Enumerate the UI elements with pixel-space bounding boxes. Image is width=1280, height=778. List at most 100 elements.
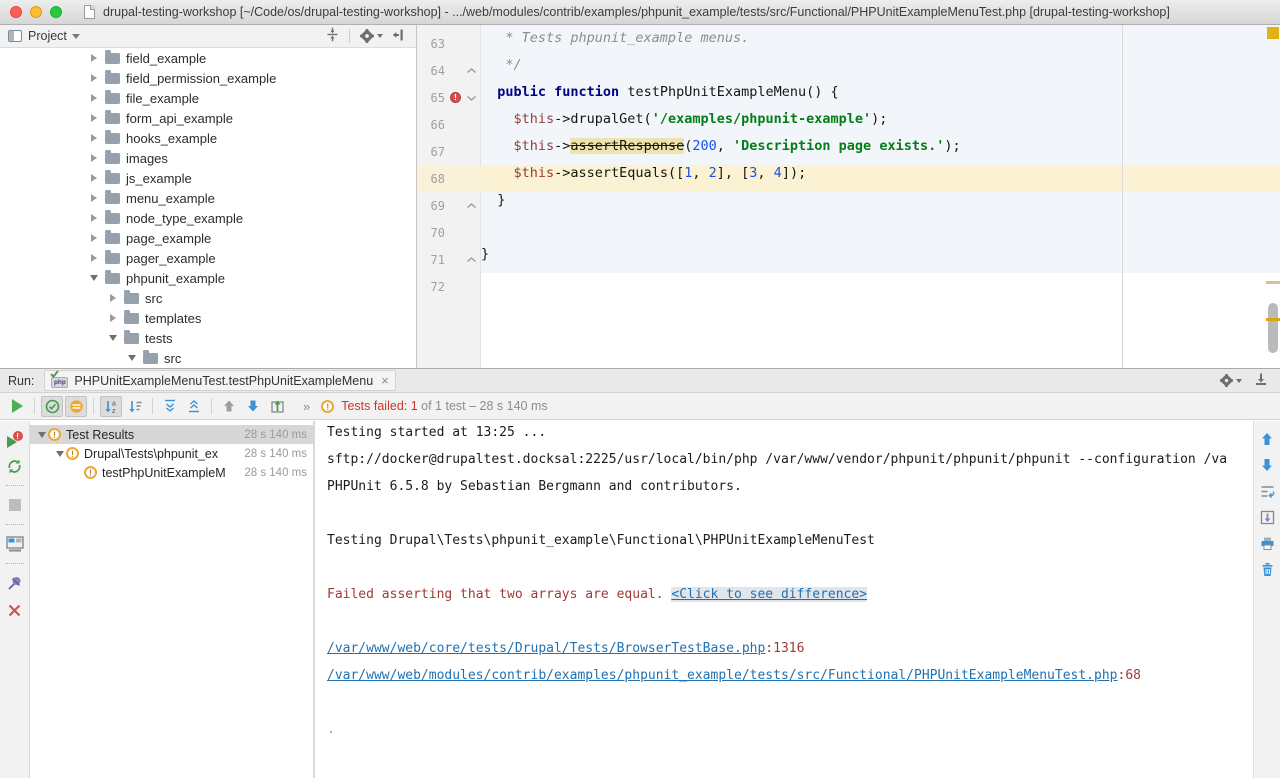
test-tree-item[interactable]: !testPhpUnitExampleM28 s 140 ms	[30, 463, 313, 482]
pin-icon[interactable]	[5, 573, 25, 593]
chevron-right-icon[interactable]	[88, 134, 100, 142]
chevron-right-icon[interactable]	[88, 214, 100, 222]
restore-layout-button[interactable]	[5, 534, 25, 554]
chevron-down-icon[interactable]	[126, 355, 138, 361]
project-tree-item[interactable]: field_example	[0, 48, 416, 68]
scrollbar-warning-mark[interactable]	[1266, 281, 1280, 284]
rerun-failed-tests-button[interactable]: !	[5, 429, 25, 449]
close-icon[interactable]: ×	[381, 373, 389, 388]
project-tree-item[interactable]: page_example	[0, 228, 416, 248]
print-icon[interactable]	[1257, 533, 1277, 553]
project-tree-item[interactable]: tests	[0, 328, 416, 348]
hide-panel-icon[interactable]	[392, 28, 406, 45]
up-stacktrace-icon[interactable]	[1257, 429, 1277, 449]
show-passed-toggle[interactable]	[41, 396, 63, 417]
window-close-button[interactable]	[10, 6, 22, 18]
project-tree-item[interactable]: node_type_example	[0, 208, 416, 228]
soft-wrap-icon[interactable]	[1257, 481, 1277, 501]
console-link[interactable]: <Click to see difference>	[671, 587, 867, 602]
inspection-status-indicator[interactable]	[1267, 27, 1279, 39]
chevron-right-icon[interactable]	[88, 154, 100, 162]
code-line: $this->assertResponse(200, 'Description …	[481, 138, 1280, 165]
more-actions-icon[interactable]: »	[303, 399, 311, 414]
project-tree-item[interactable]: hooks_example	[0, 128, 416, 148]
tree-item-label: src	[164, 351, 181, 366]
stop-button[interactable]	[5, 495, 25, 515]
chevron-right-icon[interactable]	[107, 314, 119, 322]
project-panel-title[interactable]: Project	[28, 29, 67, 43]
clear-console-icon[interactable]	[1257, 559, 1277, 579]
window-minimize-button[interactable]	[30, 6, 42, 18]
sort-alphabetically-toggle[interactable]: a z	[100, 396, 122, 417]
chevron-right-icon[interactable]	[88, 234, 100, 242]
close-icon[interactable]	[5, 600, 25, 620]
chevron-right-icon[interactable]	[88, 194, 100, 202]
test-console[interactable]: Testing started at 13:25 ...sftp://docke…	[315, 421, 1280, 778]
code-line	[481, 273, 1280, 300]
run-configuration-tab[interactable]: php PHPUnitExampleMenuTest.testPhpUnitEx…	[44, 370, 395, 391]
fold-marker-icon[interactable]	[464, 67, 478, 75]
fold-marker-icon[interactable]	[464, 94, 478, 102]
project-tree-item[interactable]: src	[0, 348, 416, 368]
tests-failed-text: Tests failed: 1	[341, 399, 417, 413]
chevron-down-icon[interactable]	[107, 335, 119, 341]
down-stacktrace-icon[interactable]	[1257, 455, 1277, 475]
console-line: /var/www/web/core/tests/Drupal/Tests/Bro…	[327, 641, 1253, 668]
project-tree-item[interactable]: menu_example	[0, 188, 416, 208]
project-tree-item[interactable]: field_permission_example	[0, 68, 416, 88]
chevron-right-icon[interactable]	[88, 94, 100, 102]
sort-by-duration-button[interactable]	[124, 396, 146, 417]
chevron-right-icon[interactable]	[88, 254, 100, 262]
chevron-down-icon[interactable]	[54, 451, 66, 457]
chevron-down-icon[interactable]	[72, 34, 80, 39]
scroll-to-end-icon[interactable]	[1257, 507, 1277, 527]
chevron-right-icon[interactable]	[88, 54, 100, 62]
code-lines[interactable]: * Tests phpunit_example menus. */ public…	[481, 30, 1280, 300]
window-zoom-button[interactable]	[50, 6, 62, 18]
scroll-from-source-icon[interactable]	[325, 27, 340, 45]
tree-item-label: form_api_example	[126, 111, 233, 126]
gear-icon[interactable]	[1219, 373, 1242, 388]
project-tree-item[interactable]: form_api_example	[0, 108, 416, 128]
project-tree-item[interactable]: js_example	[0, 168, 416, 188]
previous-failed-test-button[interactable]	[218, 396, 240, 417]
scrollbar-highlight-mark[interactable]	[1266, 318, 1280, 321]
tree-item-label: phpunit_example	[126, 271, 225, 286]
next-failed-test-button[interactable]	[242, 396, 264, 417]
rerun-button[interactable]	[5, 456, 25, 476]
collapse-all-button[interactable]	[183, 396, 205, 417]
console-link[interactable]: /var/www/web/core/tests/Drupal/Tests/Bro…	[327, 641, 765, 656]
rerun-button[interactable]	[6, 396, 28, 417]
chevron-right-icon[interactable]	[88, 174, 100, 182]
fold-marker-icon[interactable]	[464, 202, 478, 210]
test-tree-item[interactable]: !Test Results28 s 140 ms	[30, 425, 313, 444]
chevron-right-icon[interactable]	[107, 294, 119, 302]
tree-item-label: templates	[145, 311, 201, 326]
code-editor[interactable]: 636465!66676869707172 * Tests phpunit_ex…	[417, 25, 1280, 368]
console-line: Testing Drupal\Tests\phpunit_example\Fun…	[327, 533, 1253, 560]
import-test-results-button[interactable]	[266, 396, 288, 417]
project-tree-item[interactable]: pager_example	[0, 248, 416, 268]
test-tree-item[interactable]: !Drupal\Tests\phpunit_ex28 s 140 ms	[30, 444, 313, 463]
run-tab-bar: Run: php PHPUnitExampleMenuTest.testPhpU…	[0, 369, 1280, 393]
chevron-down-icon[interactable]	[36, 432, 48, 438]
project-tree-item[interactable]: phpunit_example	[0, 268, 416, 288]
expand-all-button[interactable]	[159, 396, 181, 417]
chevron-down-icon[interactable]	[88, 275, 100, 281]
chevron-right-icon[interactable]	[88, 114, 100, 122]
project-tree-item[interactable]: file_example	[0, 88, 416, 108]
editor-scrollbar[interactable]	[1268, 303, 1278, 353]
chevron-right-icon[interactable]	[88, 74, 100, 82]
gear-icon[interactable]	[359, 28, 383, 44]
project-tree-item[interactable]: templates	[0, 308, 416, 328]
tree-item-label: tests	[145, 331, 172, 346]
project-tree-item[interactable]: src	[0, 288, 416, 308]
console-link[interactable]: /var/www/web/modules/contrib/examples/ph…	[327, 668, 1118, 683]
test-failed-gutter-icon[interactable]: !	[447, 92, 464, 103]
fold-marker-icon[interactable]	[464, 256, 478, 264]
hide-tool-window-icon[interactable]	[1254, 372, 1268, 389]
project-tree-item[interactable]: images	[0, 148, 416, 168]
title-bar: drupal-testing-workshop [~/Code/os/drupa…	[0, 0, 1280, 25]
console-text: Failed asserting that two arrays are equ…	[327, 587, 671, 602]
show-ignored-toggle[interactable]	[65, 396, 87, 417]
